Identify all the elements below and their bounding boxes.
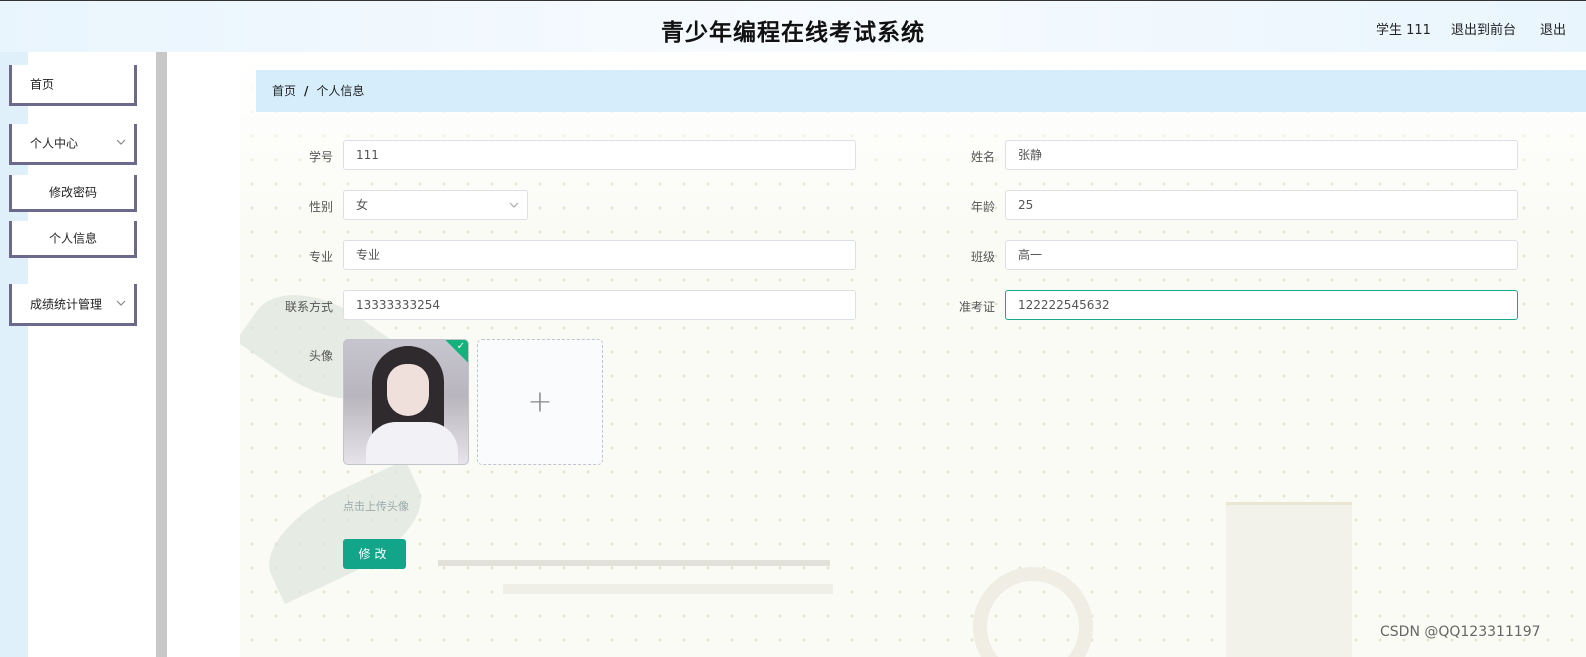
check-icon: ✓ xyxy=(456,341,465,352)
sidebar-item-change-password[interactable]: 修改密码 xyxy=(9,175,137,212)
sidebar: 首页 个人中心 修改密码 个人信息 成绩统计管理 xyxy=(0,52,157,657)
main-content: 首页 / 个人信息 学号 111 姓名 张静 性别 女 年龄 25 专业 专业 班级… xyxy=(240,52,1586,657)
class-label: 班级 xyxy=(970,250,995,264)
gender-select-value: 女 xyxy=(356,198,369,212)
top-header: 青少年编程在线考试系统 学生 111 退出到前台 退出 xyxy=(0,0,1586,52)
sidebar-item-label: 成绩统计管理 xyxy=(30,297,103,311)
contact-label: 联系方式 xyxy=(284,300,333,314)
sidebar-scrollbar[interactable] xyxy=(156,52,167,657)
breadcrumb-home[interactable]: 首页 xyxy=(272,84,296,98)
name-field[interactable]: 张静 xyxy=(1005,140,1518,170)
sidebar-item-label: 修改密码 xyxy=(48,185,97,200)
submit-button[interactable]: 修改 xyxy=(343,539,406,569)
age-field[interactable]: 25 xyxy=(1005,190,1518,220)
exam-ticket-label: 准考证 xyxy=(958,300,995,314)
avatar-upload-button[interactable]: + xyxy=(477,339,603,465)
contact-field[interactable]: 13333333254 xyxy=(343,290,856,320)
class-field[interactable]: 高一 xyxy=(1005,240,1518,270)
background-ring xyxy=(973,567,1093,657)
avatar-body xyxy=(366,422,458,464)
gender-label: 性别 xyxy=(308,200,333,214)
major-field[interactable]: 专业 xyxy=(343,240,856,270)
student-id-field[interactable]: 111 xyxy=(343,140,856,170)
avatar-face xyxy=(387,364,429,416)
avatar-label: 头像 xyxy=(308,349,333,363)
chevron-down-icon xyxy=(509,202,519,208)
background-pillar xyxy=(1226,502,1352,657)
background-shelf xyxy=(503,584,833,594)
breadcrumb-separator: / xyxy=(304,84,309,98)
app-title: 青少年编程在线考试系统 xyxy=(661,20,925,46)
sidebar-item-personal-info[interactable]: 个人信息 xyxy=(9,221,137,258)
major-label: 专业 xyxy=(308,250,333,264)
back-to-front-link[interactable]: 退出到前台 xyxy=(1451,19,1516,38)
sidebar-item-home[interactable]: 首页 xyxy=(9,65,137,106)
avatar-upload-tip: 点击上传头像 xyxy=(343,500,409,513)
student-id-label: 学号 xyxy=(308,150,333,164)
breadcrumb: 首页 / 个人信息 xyxy=(256,70,1586,112)
plus-icon: + xyxy=(527,384,553,420)
age-label: 年龄 xyxy=(970,200,995,214)
exam-ticket-field[interactable]: 122222545632 xyxy=(1005,290,1518,320)
chevron-down-icon xyxy=(116,300,126,306)
breadcrumb-current: 个人信息 xyxy=(316,84,365,98)
sidebar-item-label: 个人信息 xyxy=(48,231,97,246)
content-gutter xyxy=(167,52,240,657)
avatar-image[interactable]: ✓ xyxy=(343,339,469,465)
sidebar-item-score-management[interactable]: 成绩统计管理 xyxy=(9,284,137,326)
logout-link[interactable]: 退出 xyxy=(1540,19,1566,38)
watermark: CSDN @QQ123311197 xyxy=(1380,624,1541,640)
background-shelf xyxy=(438,560,830,566)
gender-select[interactable]: 女 xyxy=(343,190,528,220)
sidebar-item-personal-center[interactable]: 个人中心 xyxy=(9,124,137,165)
background-leaf xyxy=(251,459,439,605)
current-user: 学生 111 xyxy=(1376,23,1431,38)
name-label: 姓名 xyxy=(970,150,995,164)
sidebar-item-label: 个人中心 xyxy=(30,136,79,151)
chevron-down-icon xyxy=(116,139,126,145)
sidebar-item-label: 首页 xyxy=(30,77,55,92)
